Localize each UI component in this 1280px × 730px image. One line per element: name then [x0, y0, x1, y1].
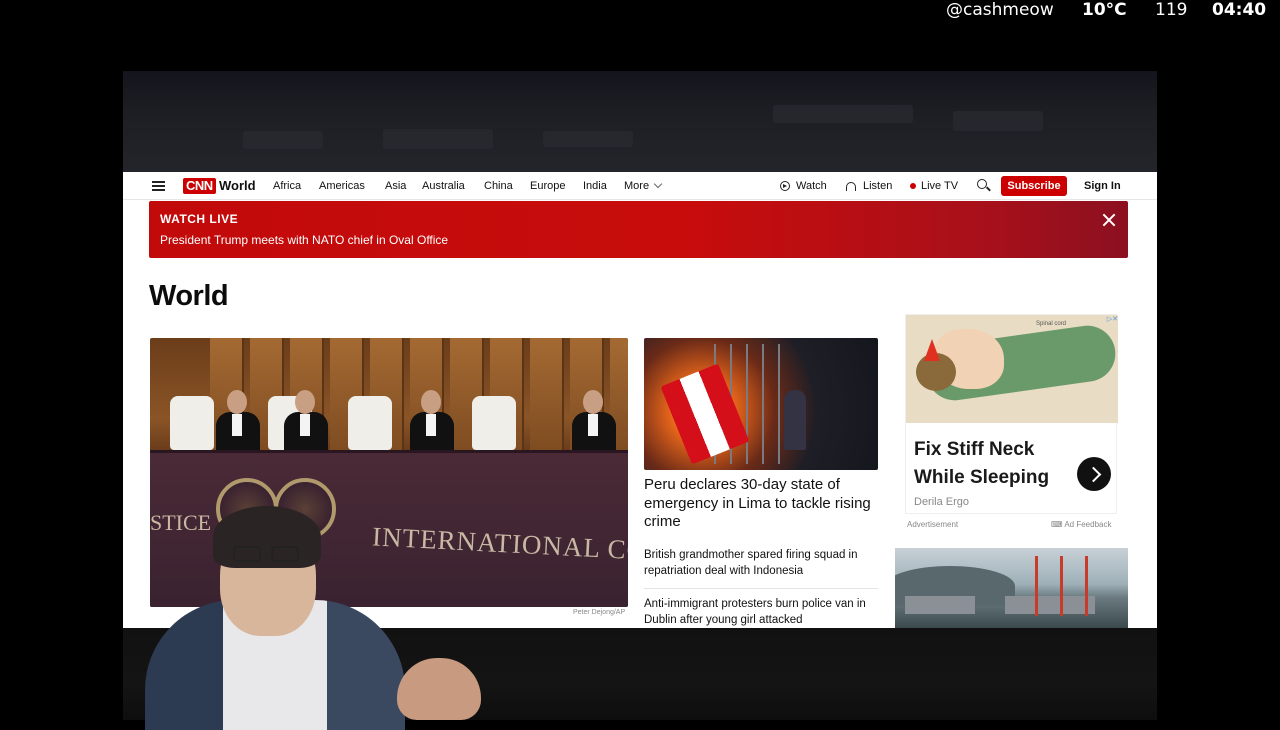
cnn-logo[interactable]: CNN: [183, 178, 216, 194]
stream-overlay: @cashmeow 10°C 119 04:40: [0, 0, 1280, 26]
listen-link[interactable]: Listen: [863, 180, 892, 193]
nav-link-americas[interactable]: Americas: [319, 180, 365, 193]
nav-link-india[interactable]: India: [583, 180, 607, 193]
watch-live-headline[interactable]: President Trump meets with NATO chief in…: [160, 233, 448, 247]
nav-link-africa[interactable]: Africa: [273, 180, 301, 193]
port-story-image[interactable]: [895, 548, 1128, 628]
ad-image: Spinal cord: [906, 315, 1118, 423]
watch-live-banner[interactable]: WATCH LIVE President Trump meets with NA…: [149, 201, 1128, 258]
nav-link-more[interactable]: More: [624, 179, 663, 193]
chevron-right-icon[interactable]: [1077, 457, 1111, 491]
adchoices-icon[interactable]: ▷✕: [1098, 315, 1118, 325]
watch-link[interactable]: Watch: [796, 180, 827, 193]
channel-handle: @cashmeow: [946, 0, 1054, 20]
story-link[interactable]: British grandmother spared firing squad …: [644, 548, 878, 579]
nav-link-china[interactable]: China: [484, 180, 513, 193]
sign-in-button[interactable]: Sign In: [1084, 180, 1121, 192]
section-name[interactable]: World: [219, 178, 256, 194]
ad-image-label: Spinal cord: [1036, 321, 1067, 327]
top-nav: CNN World Africa Americas Asia Australia…: [123, 172, 1157, 200]
live-tv-link[interactable]: Live TV: [921, 180, 958, 193]
nav-link-asia[interactable]: Asia: [385, 180, 406, 193]
ad-title[interactable]: Fix Stiff Neck While Sleeping: [914, 436, 1074, 492]
temperature-readout: 10°C: [1082, 0, 1127, 20]
story-link[interactable]: Anti-immigrant protesters burn police va…: [644, 597, 878, 628]
headphones-icon: [846, 182, 856, 191]
close-icon[interactable]: [1101, 212, 1117, 228]
peru-story-image[interactable]: [644, 338, 878, 470]
page-title: World: [149, 280, 229, 312]
chevron-down-icon: [653, 179, 663, 189]
ad-brand: Derila Ergo: [914, 496, 970, 508]
ad-label: Advertisement: [907, 520, 959, 529]
nav-more-label: More: [624, 180, 650, 192]
subscribe-button[interactable]: Subscribe: [1001, 176, 1067, 196]
hamburger-menu-icon[interactable]: [152, 181, 165, 191]
photo-credit: Peter Dejong/AP: [573, 609, 626, 616]
browser-dark-area: [123, 71, 1157, 172]
watch-live-label: WATCH LIVE: [160, 212, 239, 226]
ad-feedback-label: Ad Feedback: [1064, 520, 1112, 529]
play-circle-icon: [780, 181, 790, 191]
ad-feedback-link[interactable]: ⌨ Ad Feedback: [1051, 520, 1111, 529]
clock: 04:40: [1212, 0, 1267, 20]
advertisement[interactable]: Spinal cord ▷✕ Fix Stiff Neck While Slee…: [905, 314, 1118, 514]
webcam-overlay: [135, 500, 495, 730]
viewer-count: 119: [1155, 0, 1188, 20]
lead-headline[interactable]: Peru declares 30-day state of emergency …: [644, 476, 884, 532]
nav-link-europe[interactable]: Europe: [530, 180, 565, 193]
divider: [644, 588, 878, 589]
nav-link-australia[interactable]: Australia: [422, 180, 465, 193]
live-dot-icon: [910, 183, 916, 189]
search-icon[interactable]: [977, 179, 987, 189]
